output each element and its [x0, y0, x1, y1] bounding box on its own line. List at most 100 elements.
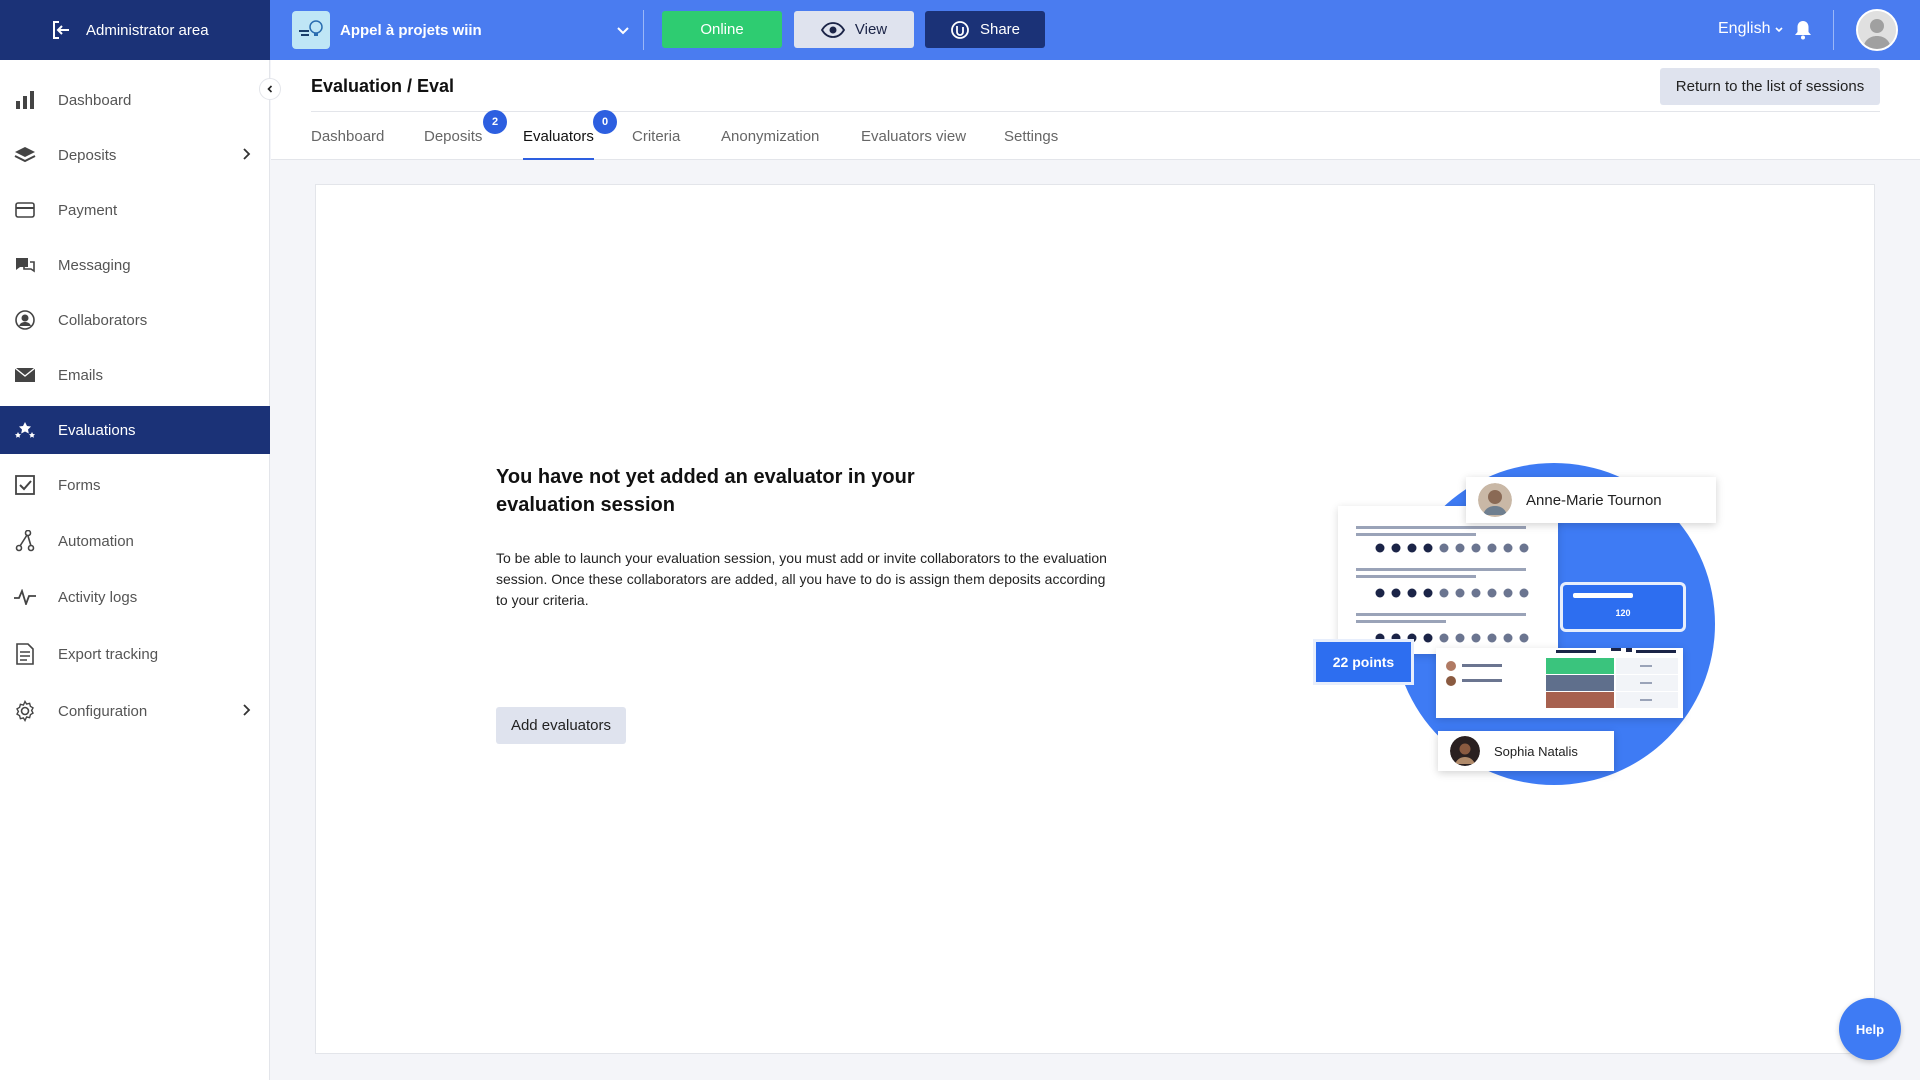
gear-icon: [12, 698, 38, 724]
tab-label: Evaluators view: [861, 128, 967, 145]
tab-dashboard[interactable]: Dashboard: [311, 128, 384, 160]
eye-icon: [820, 21, 845, 38]
administrator-area-link[interactable]: Administrator area: [0, 0, 270, 60]
view-button-label: View: [854, 21, 888, 38]
envelope-icon: [12, 362, 38, 388]
chevron-left-icon: [267, 85, 273, 93]
online-button-label: Online: [700, 21, 744, 38]
avatar: [1478, 483, 1512, 517]
evaluators-count-badge: 0: [593, 110, 617, 134]
help-label: Help: [1855, 1021, 1885, 1037]
document-icon: [12, 641, 38, 667]
caret-down-icon: [1775, 27, 1784, 33]
illustration-results-table: [1436, 647, 1683, 718]
share-button-label: Share: [979, 21, 1021, 38]
layers-icon: [12, 142, 38, 168]
sidebar-item-activity-logs[interactable]: Activity logs: [0, 573, 270, 621]
user-avatar[interactable]: [1856, 9, 1898, 51]
tab-settings[interactable]: Settings: [1004, 128, 1058, 160]
sidebar-item-label: Evaluations: [58, 421, 136, 439]
chat-icon: [12, 252, 38, 278]
tab-label: Criteria: [632, 128, 681, 145]
tab-label: Anonymization: [721, 128, 820, 145]
tab-label: Dashboard: [311, 128, 385, 145]
tab-anonymization[interactable]: Anonymization: [721, 128, 819, 160]
sidebar-item-export-tracking[interactable]: Export tracking: [0, 630, 270, 678]
evaluator-name: Anne-Marie Tournon: [1526, 491, 1662, 509]
share-button[interactable]: Share: [925, 11, 1045, 48]
evaluator-card-sophia: Sophia Natalis: [1438, 731, 1614, 771]
deposits-count-badge: 2: [483, 110, 507, 134]
sidebar-item-dashboard[interactable]: Dashboard: [0, 76, 270, 124]
sidebar-item-label: Messaging: [58, 256, 131, 274]
divider: [643, 10, 644, 50]
points-badge: 22 points: [1316, 642, 1411, 682]
return-to-sessions-button[interactable]: Return to the list of sessions: [1660, 68, 1880, 105]
sidebar-item-label: Automation: [58, 532, 134, 550]
project-logo: [292, 11, 330, 49]
chevron-down-icon: [617, 27, 629, 35]
sidebar-item-label: Payment: [58, 201, 118, 219]
bar-chart-icon: [12, 87, 38, 113]
sidebar-item-label: Export tracking: [58, 645, 159, 663]
return-button-label: Return to the list of sessions: [1675, 78, 1865, 95]
sidebar-item-messaging[interactable]: Messaging: [0, 241, 270, 289]
sidebar-item-label: Configuration: [58, 702, 148, 720]
evaluator-card-anne-marie: Anne-Marie Tournon: [1466, 477, 1716, 523]
user-icon: [1858, 11, 1896, 49]
share-icon: [951, 20, 969, 39]
page-header: Evaluation / Eval Return to the list of …: [271, 60, 1920, 160]
sidebar-item-evaluations[interactable]: Evaluations: [0, 406, 270, 454]
help-button[interactable]: Help: [1839, 998, 1901, 1060]
pulse-icon: [12, 584, 38, 610]
sidebar-item-label: Deposits: [58, 146, 117, 164]
page-title: Evaluation / Eval: [311, 76, 455, 96]
sidebar-item-label: Collaborators: [58, 311, 148, 329]
add-evaluators-button[interactable]: Add evaluators: [496, 707, 626, 744]
sidebar-item-forms[interactable]: Forms: [0, 461, 270, 509]
evaluator-name: Sophia Natalis: [1494, 743, 1578, 759]
view-button[interactable]: View: [794, 11, 914, 48]
sidebar-item-label: Emails: [58, 366, 104, 384]
sidebar-item-label: Forms: [58, 476, 101, 494]
header-divider: [311, 111, 1880, 112]
tab-evaluators[interactable]: Evaluators: [523, 128, 594, 160]
checkbox-icon: [12, 472, 38, 498]
sidebar-item-label: Activity logs: [58, 588, 138, 606]
sidebar-item-automation[interactable]: Automation: [0, 517, 270, 565]
score-card-bar: [1573, 593, 1633, 598]
collapse-sidebar-button[interactable]: [259, 78, 281, 100]
empty-state-description: To be able to launch your evaluation ses…: [496, 550, 1107, 608]
sidebar-item-label: Dashboard: [58, 91, 132, 109]
chevron-right-icon: [243, 148, 251, 160]
tab-label: Settings: [1004, 128, 1059, 145]
tab-evaluators-view[interactable]: Evaluators view: [861, 128, 966, 160]
tab-criteria[interactable]: Criteria: [632, 128, 680, 160]
tab-label: Deposits: [424, 128, 483, 145]
sidebar: Dashboard Deposits Payment Messaging Col…: [0, 60, 270, 1080]
tab-label: Evaluators: [523, 128, 594, 145]
project-selector[interactable]: Appel à projets wiin: [292, 11, 632, 49]
chevron-right-icon: [243, 704, 251, 716]
exit-icon: [53, 21, 69, 39]
language-selector[interactable]: English: [1718, 20, 1784, 38]
empty-state-title: You have not yet added an evaluator in y…: [496, 466, 915, 516]
bell-icon[interactable]: [1794, 20, 1812, 40]
credit-card-icon: [12, 197, 38, 223]
tab-deposits[interactable]: Deposits: [424, 128, 482, 160]
user-circle-icon: [12, 307, 38, 333]
sidebar-item-configuration[interactable]: Configuration: [0, 687, 270, 735]
illustration-scoring-document: [1338, 506, 1558, 654]
project-name: Appel à projets wiin: [340, 21, 482, 39]
sidebar-item-payment[interactable]: Payment: [0, 186, 270, 234]
online-button[interactable]: Online: [662, 11, 782, 48]
sidebar-item-collaborators[interactable]: Collaborators: [0, 296, 270, 344]
administrator-area-label: Administrator area: [86, 21, 209, 39]
add-evaluators-label: Add evaluators: [510, 717, 612, 734]
sidebar-item-deposits[interactable]: Deposits: [0, 131, 270, 179]
score-card-value: 120: [1615, 608, 1631, 618]
stars-icon: [12, 417, 38, 443]
avatar: [1450, 736, 1480, 766]
evaluators-empty-state-card: You have not yet added an evaluator in y…: [315, 184, 1875, 1054]
sidebar-item-emails[interactable]: Emails: [0, 351, 270, 399]
